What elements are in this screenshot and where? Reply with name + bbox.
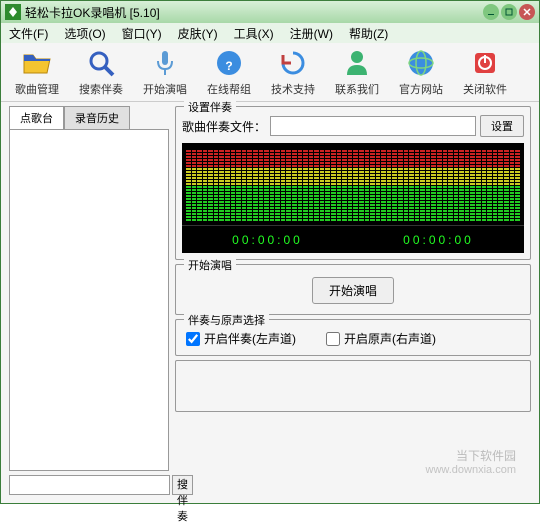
menu-help[interactable]: 帮助(Z)	[345, 23, 392, 44]
search-input[interactable]	[9, 475, 170, 495]
group-title-sing: 开始演唱	[184, 257, 236, 273]
menu-file[interactable]: 文件(F)	[5, 23, 52, 44]
close-button[interactable]	[519, 4, 535, 20]
globe-icon	[405, 47, 437, 79]
svg-text:?: ?	[225, 59, 232, 73]
support-button[interactable]: 技术支持	[265, 47, 321, 97]
file-set-button[interactable]: 设置	[480, 115, 524, 137]
menu-tools[interactable]: 工具(X)	[230, 23, 278, 44]
microphone-icon	[149, 47, 181, 79]
song-list[interactable]	[9, 129, 169, 471]
checkbox-vocal[interactable]: 开启原声(右声道)	[326, 330, 436, 347]
group-start-sing: 开始演唱 开始演唱	[175, 264, 531, 315]
search-button[interactable]: 搜索伴奏	[73, 47, 129, 97]
menu-register[interactable]: 注册(W)	[286, 23, 337, 44]
file-label: 歌曲伴奏文件：	[182, 118, 266, 135]
group-empty	[175, 360, 531, 412]
contact-button[interactable]: 联系我们	[329, 47, 385, 97]
toolbar: 歌曲管理 搜索伴奏 开始演唱 ? 在线帮组 技术支持 联系我们 官方网站 关闭软	[1, 43, 539, 102]
file-input[interactable]	[270, 116, 476, 136]
window-title: 轻松卡拉OK录唱机 [5.10]	[25, 4, 483, 21]
folder-icon	[21, 47, 53, 79]
tab-history[interactable]: 录音历史	[64, 106, 130, 129]
menu-skin[interactable]: 皮肤(Y)	[174, 23, 222, 44]
menu-window[interactable]: 窗口(Y)	[118, 23, 166, 44]
titlebar: 轻松卡拉OK录唱机 [5.10]	[1, 1, 539, 23]
spectrum-display: 00:00:00 00:00:00	[182, 143, 524, 253]
time-right: 00:00:00	[403, 233, 474, 247]
menubar: 文件(F) 选项(O) 窗口(Y) 皮肤(Y) 工具(X) 注册(W) 帮助(Z…	[1, 23, 539, 43]
app-icon	[5, 4, 21, 20]
group-accomp-setup: 设置伴奏 歌曲伴奏文件： 设置 00:00:00 00:00:00	[175, 106, 531, 260]
question-icon: ?	[213, 47, 245, 79]
minimize-button[interactable]	[483, 4, 499, 20]
group-track-select: 伴奏与原声选择 开启伴奏(左声道) 开启原声(右声道)	[175, 319, 531, 356]
person-icon	[341, 47, 373, 79]
menu-options[interactable]: 选项(O)	[60, 23, 109, 44]
group-title-track: 伴奏与原声选择	[184, 312, 269, 328]
website-button[interactable]: 官方网站	[393, 47, 449, 97]
sing-button[interactable]: 开始演唱	[137, 47, 193, 97]
help-button[interactable]: ? 在线帮组	[201, 47, 257, 97]
refresh-icon	[277, 47, 309, 79]
time-left: 00:00:00	[232, 233, 303, 247]
group-title-setup: 设置伴奏	[184, 99, 236, 115]
power-icon	[469, 47, 501, 79]
checkbox-accomp-input[interactable]	[186, 332, 200, 346]
tab-request[interactable]: 点歌台	[9, 106, 64, 129]
magnifier-icon	[85, 47, 117, 79]
songs-button[interactable]: 歌曲管理	[9, 47, 65, 97]
checkbox-vocal-input[interactable]	[326, 332, 340, 346]
start-sing-button[interactable]: 开始演唱	[312, 277, 394, 304]
close-app-button[interactable]: 关闭软件	[457, 47, 513, 97]
checkbox-accomp[interactable]: 开启伴奏(左声道)	[186, 330, 296, 347]
maximize-button[interactable]	[501, 4, 517, 20]
